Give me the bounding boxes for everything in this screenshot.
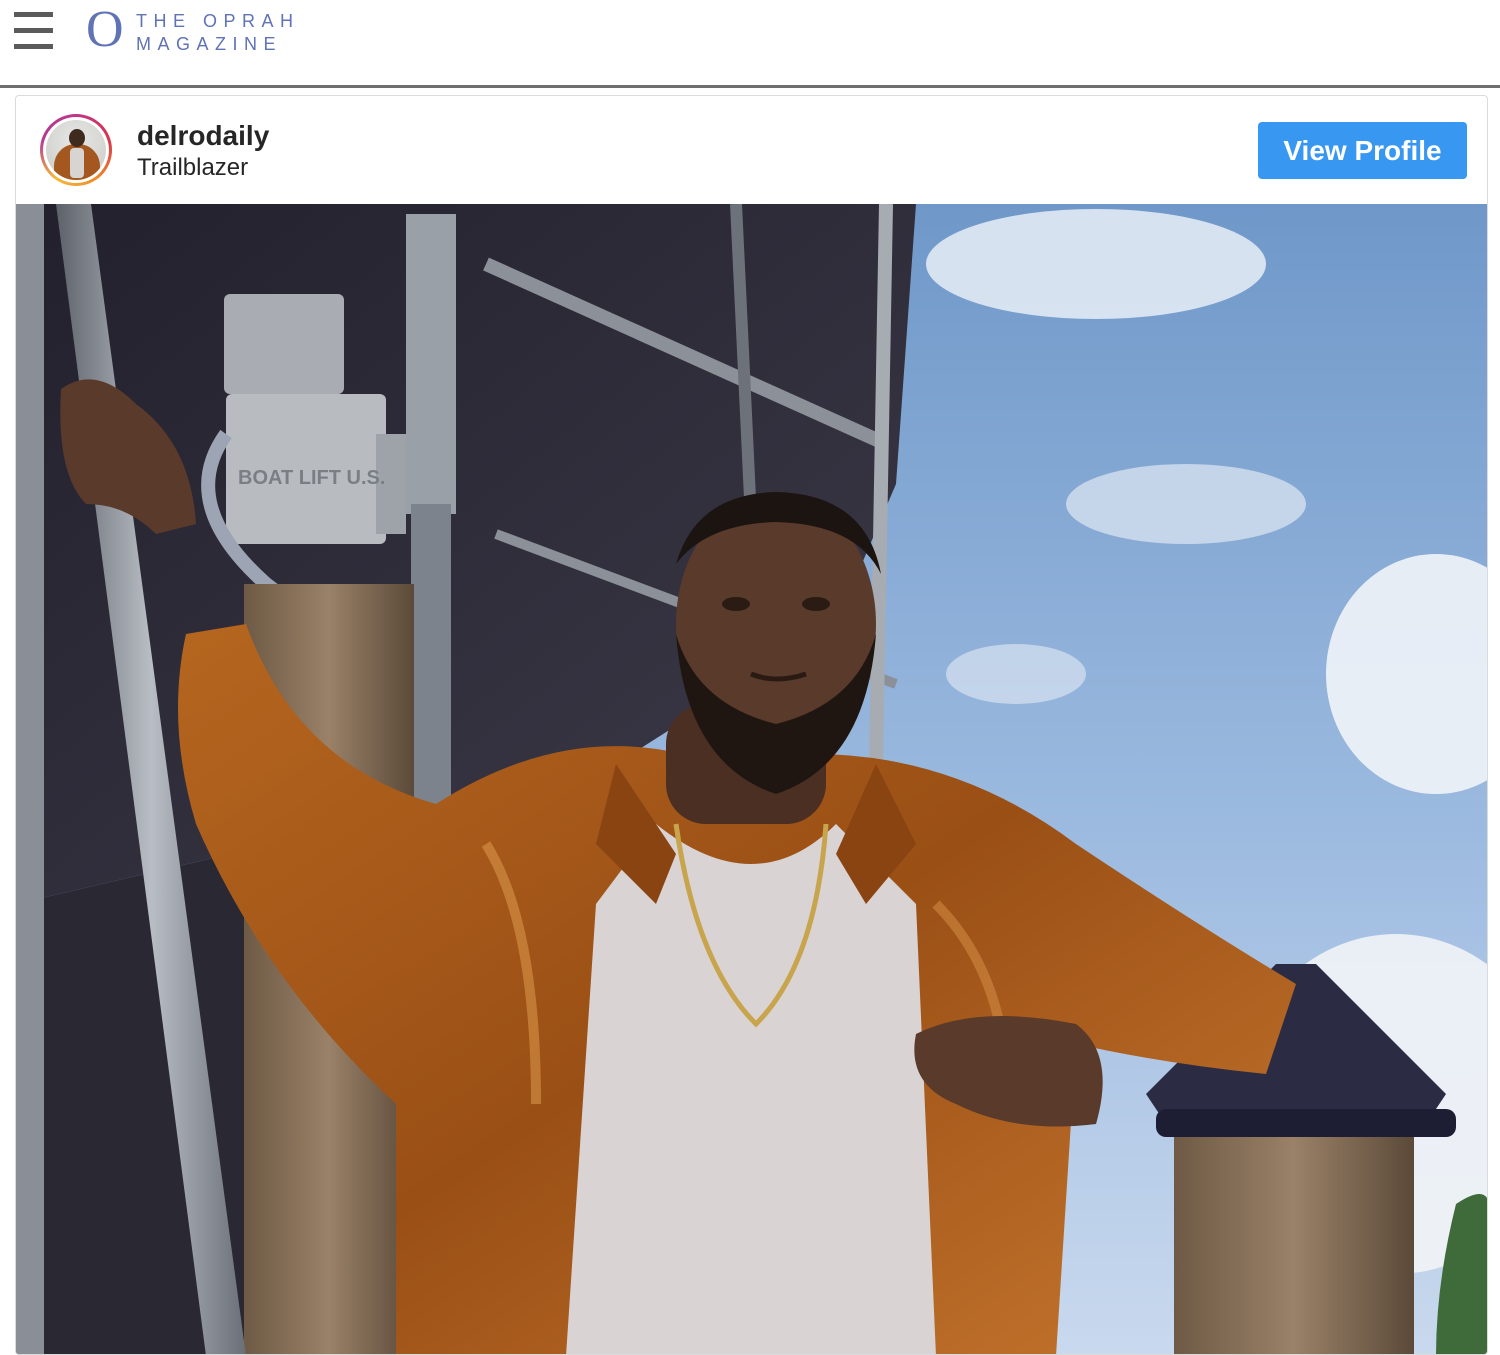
logo-line-1: THE OPRAH: [136, 11, 300, 31]
site-header: O THE OPRAH MAGAZINE: [0, 0, 1500, 88]
post-photo-illustration: BOAT LIFT U.S.: [16, 204, 1487, 1354]
site-logo[interactable]: O THE OPRAH MAGAZINE: [86, 2, 316, 58]
embed-header: delrodaily Trailblazer View Profile: [16, 96, 1487, 204]
menu-bar: [14, 44, 53, 49]
profile-subtitle: Trailblazer: [137, 154, 249, 181]
avatar[interactable]: [40, 114, 112, 186]
menu-bar: [14, 12, 53, 17]
post-photo[interactable]: BOAT LIFT U.S.: [16, 204, 1487, 1354]
avatar-frame: [43, 117, 109, 183]
avatar-image: [46, 120, 106, 180]
boat-lift-sign-text: BOAT LIFT U.S.: [238, 467, 385, 489]
menu-bar: [14, 28, 53, 33]
avatar-figure-shirt: [70, 148, 84, 178]
view-profile-button[interactable]: View Profile: [1258, 122, 1467, 179]
logo-line-2: MAGAZINE: [136, 34, 283, 54]
logo-mark: O: [86, 1, 124, 58]
hamburger-menu-icon[interactable]: [14, 12, 54, 50]
username-link[interactable]: delrodaily: [137, 120, 269, 152]
avatar-figure-head: [69, 129, 85, 147]
instagram-embed: delrodaily Trailblazer View Profile BOAT…: [15, 95, 1488, 1355]
